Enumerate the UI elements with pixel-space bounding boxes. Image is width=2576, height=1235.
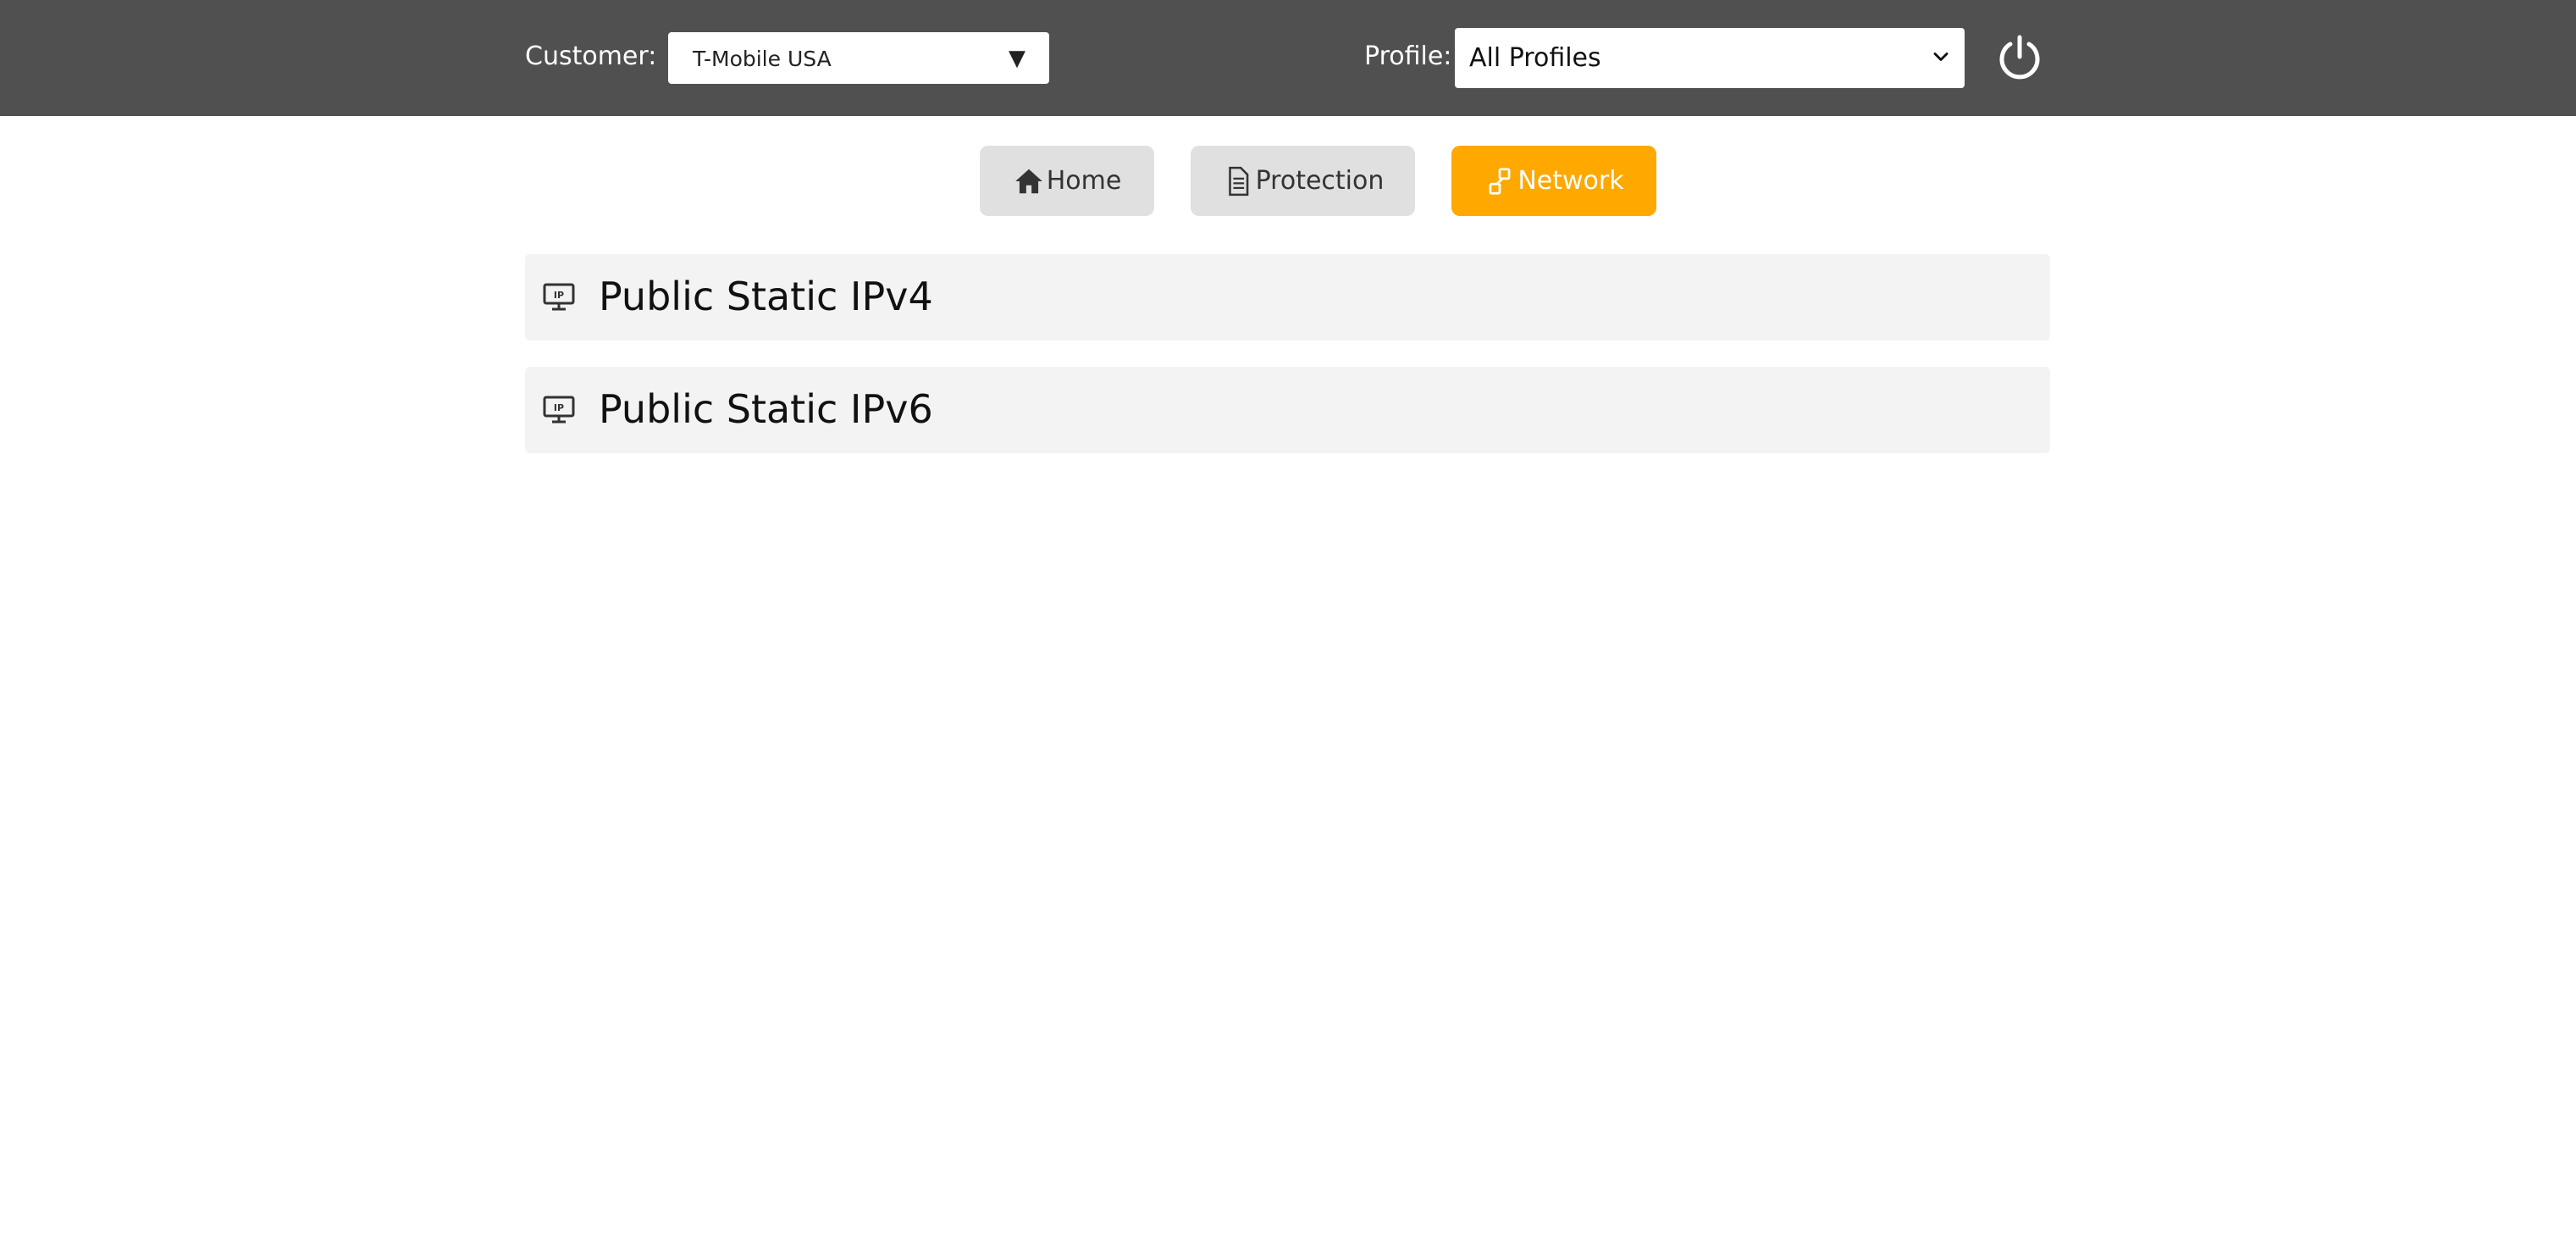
tab-home[interactable]: Home xyxy=(980,146,1154,216)
chevron-down-icon xyxy=(1933,53,1949,61)
section-public-static-ipv6[interactable]: IP Public Static IPv6 xyxy=(525,367,2050,453)
power-icon[interactable] xyxy=(1994,31,2045,82)
customer-select[interactable]: T-Mobile USA ▼ xyxy=(668,32,1049,84)
document-icon xyxy=(1228,166,1248,196)
ip-monitor-icon: IP xyxy=(543,396,575,424)
tab-protection-label: Protection xyxy=(1255,166,1385,196)
section-public-static-ipv4[interactable]: IP Public Static IPv4 xyxy=(525,254,2050,341)
tab-network-label: Network xyxy=(1517,166,1624,196)
profile-select-value: All Profiles xyxy=(1469,43,1601,73)
ip-monitor-icon: IP xyxy=(543,283,575,311)
svg-text:IP: IP xyxy=(554,402,564,413)
home-icon xyxy=(1014,169,1042,193)
customer-label: Customer: xyxy=(525,42,657,71)
tab-home-label: Home xyxy=(1046,166,1122,196)
customer-select-value: T-Mobile USA xyxy=(693,47,832,71)
profile-label: Profile: xyxy=(1364,42,1452,71)
svg-text:IP: IP xyxy=(554,290,564,301)
section-title: Public Static IPv4 xyxy=(599,274,933,319)
section-title: Public Static IPv6 xyxy=(599,386,933,432)
tab-protection[interactable]: Protection xyxy=(1191,146,1415,216)
dropdown-arrow-icon: ▼ xyxy=(1009,46,1025,71)
network-icon xyxy=(1489,167,1511,195)
tab-network[interactable]: Network xyxy=(1451,146,1656,216)
top-bar: Customer: T-Mobile USA ▼ Profile: All Pr… xyxy=(0,0,2576,116)
profile-select[interactable]: All Profiles xyxy=(1455,28,1965,88)
